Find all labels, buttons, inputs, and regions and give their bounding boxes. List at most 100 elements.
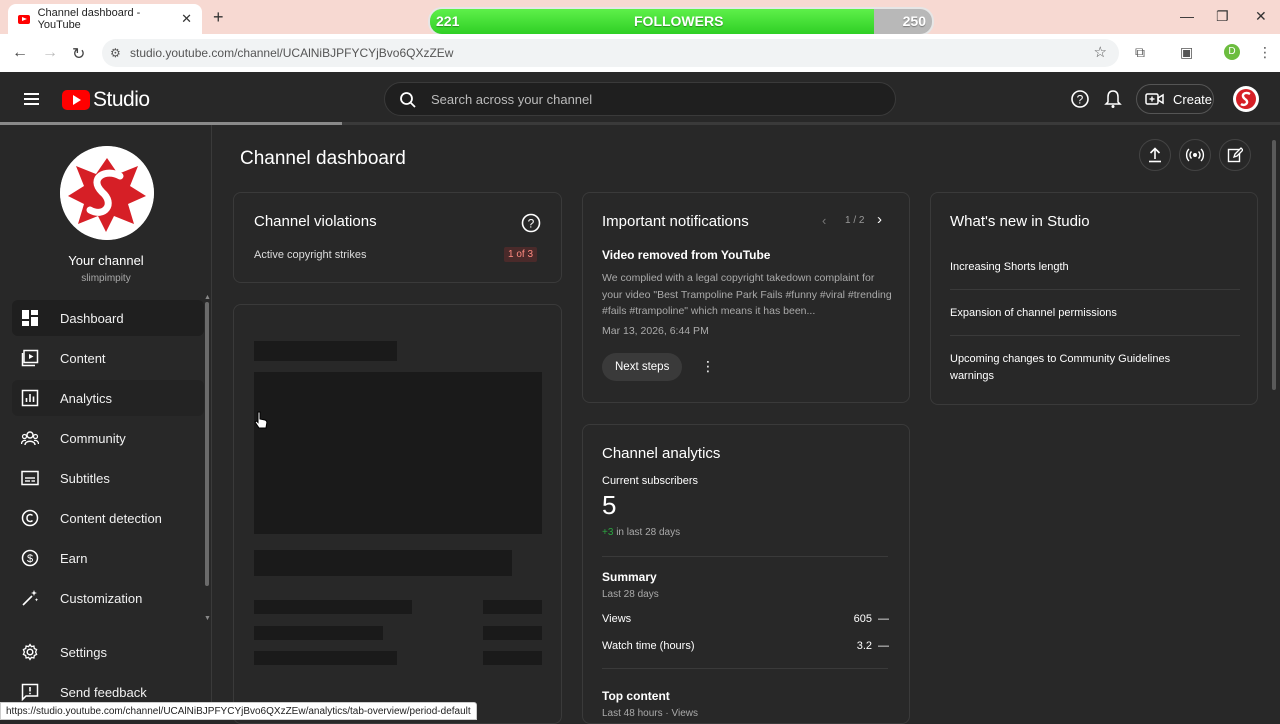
go-live-button[interactable] [1179,139,1211,171]
channel-avatar[interactable] [60,146,154,240]
account-avatar[interactable] [1233,86,1259,112]
sidebar-item-label: Customization [60,590,143,606]
bookmark-star-icon[interactable]: ☆ [1094,39,1107,67]
views-label: Views [602,613,632,625]
notification-headline[interactable]: Video removed from YouTube [602,248,770,262]
sidebar-item-community[interactable]: Community [12,420,204,456]
views-trend: — [878,613,889,625]
channel-logo-icon [60,146,154,240]
new-tab-button[interactable]: + [213,7,224,28]
tab-close-icon[interactable]: ✕ [181,11,192,27]
summary-title: Summary [602,570,657,584]
studio-logo[interactable]: Studio [62,88,150,112]
watch-time-trend: — [878,640,889,652]
analytics-title: Channel analytics [602,445,721,462]
browser-tab[interactable]: Channel dashboard - YouTube ✕ [8,4,202,34]
search-icon [400,92,416,108]
sidebar-item-label: Settings [60,644,107,660]
sidebar-item-customization[interactable]: Customization [12,580,204,616]
back-icon[interactable]: ← [12,44,28,62]
followers-current: 221 [436,13,460,29]
subscribers-label: Current subscribers [602,475,698,487]
skeleton-line [483,600,542,614]
upload-icon [1149,147,1161,163]
sidebar-item-content[interactable]: Content [12,340,204,376]
help-icon[interactable]: ? [1070,89,1090,109]
status-bar-url: https://studio.youtube.com/channel/UCAlN… [0,702,477,720]
top-content-title: Top content [602,689,670,703]
whats-new-item[interactable]: Increasing Shorts length [950,259,1069,276]
watch-time-label: Watch time (hours) [602,640,695,652]
skeleton-line [254,600,412,614]
main-scrollbar[interactable] [1272,140,1276,390]
notifications-bell-icon[interactable] [1104,89,1122,109]
more-options-icon[interactable]: ⋮ [701,358,715,375]
next-steps-button[interactable]: Next steps [602,353,683,381]
next-notification-icon[interactable]: › [877,211,882,228]
subscribers-count: 5 [602,490,617,520]
strikes-badge[interactable]: 1 of 3 [504,247,538,262]
minimize-icon[interactable]: — [1180,8,1194,24]
svg-text:$: $ [27,553,33,565]
channel-violations-card [233,192,562,283]
subscribers-delta-row: +3 in last 28 days [602,527,680,538]
skeleton-title [254,341,397,361]
hand-cursor-icon [254,411,268,429]
sidebar-item-label: Content [60,350,106,366]
magic-wand-icon [22,590,39,606]
watch-time-value: 3.2 [856,640,872,652]
page-title: Channel dashboard [240,148,406,169]
forward-icon[interactable]: → [42,44,58,62]
sidebar-item-settings[interactable]: Settings [12,634,204,670]
extensions-icon[interactable]: ⧉ [1135,44,1145,61]
followers-goal: 250 [902,13,926,29]
tab-search-icon[interactable]: ▣ [1180,44,1193,61]
sidebar-item-content-detection[interactable]: Content detection [12,500,204,536]
subtitles-icon [21,470,39,486]
address-url: studio.youtube.com/channel/UCAlNiBJPFYCY… [130,46,454,60]
divider [602,556,888,557]
youtube-favicon-icon [18,14,30,24]
notification-date: Mar 13, 2026, 6:44 PM [602,325,709,337]
violations-help-icon[interactable]: ? [521,213,541,233]
hamburger-menu-icon[interactable] [24,93,39,108]
channel-name[interactable]: Your channel [0,253,212,268]
skeleton-thumbnail [254,372,542,534]
subscribers-delta: +3 [602,527,614,538]
notification-body: We complied with a legal copyright taked… [602,272,892,317]
scroll-up-icon[interactable]: ▲ [204,294,211,301]
site-settings-icon[interactable]: ⚙ [110,39,121,67]
create-button[interactable]: Create [1136,84,1214,114]
create-post-button[interactable] [1219,139,1251,171]
subscribers-delta-period: in last 28 days [616,527,681,538]
views-value: 605 [853,613,872,625]
live-broadcast-icon [1185,148,1205,162]
content-icon [21,349,39,367]
reload-icon[interactable]: ↻ [72,44,85,64]
upload-video-button[interactable] [1139,139,1171,171]
sidebar-item-subtitles[interactable]: Subtitles [12,460,204,496]
sidebar-item-dashboard[interactable]: Dashboard [12,300,204,336]
whats-new-item[interactable]: Upcoming changes to Community Guidelines… [950,351,1190,385]
notifications-title: Important notifications [602,213,749,230]
dashboard-icon [22,310,38,326]
sidebar-item-analytics[interactable]: Analytics [12,380,204,416]
window-close-icon[interactable]: ✕ [1255,8,1267,25]
channel-search-input[interactable]: Search across your channel [384,82,896,116]
scroll-down-icon[interactable]: ▼ [204,615,211,622]
restore-icon[interactable]: ❐ [1216,8,1229,25]
violations-title: Channel violations [254,213,377,230]
followers-progress-overlay: 221 FOLLOWERS 250 [428,7,934,36]
address-bar[interactable]: ⚙ studio.youtube.com/channel/UCAlNiBJPFY… [102,39,1119,67]
sidebar-item-earn[interactable]: $ Earn [12,540,204,576]
skeleton-line [254,626,383,640]
summary-period: Last 28 days [602,589,659,600]
browser-menu-icon[interactable]: ⋮ [1258,44,1272,61]
whats-new-item[interactable]: Expansion of channel permissions [950,305,1117,322]
browser-profile-avatar[interactable]: D [1224,44,1240,60]
previous-notification-icon[interactable]: ‹ [822,213,826,228]
notification-pager: 1 / 2 [845,215,865,226]
copyright-strikes-label: Active copyright strikes [254,249,367,261]
sidebar-item-label: Content detection [60,510,162,526]
sidebar-scrollbar[interactable] [205,302,209,586]
